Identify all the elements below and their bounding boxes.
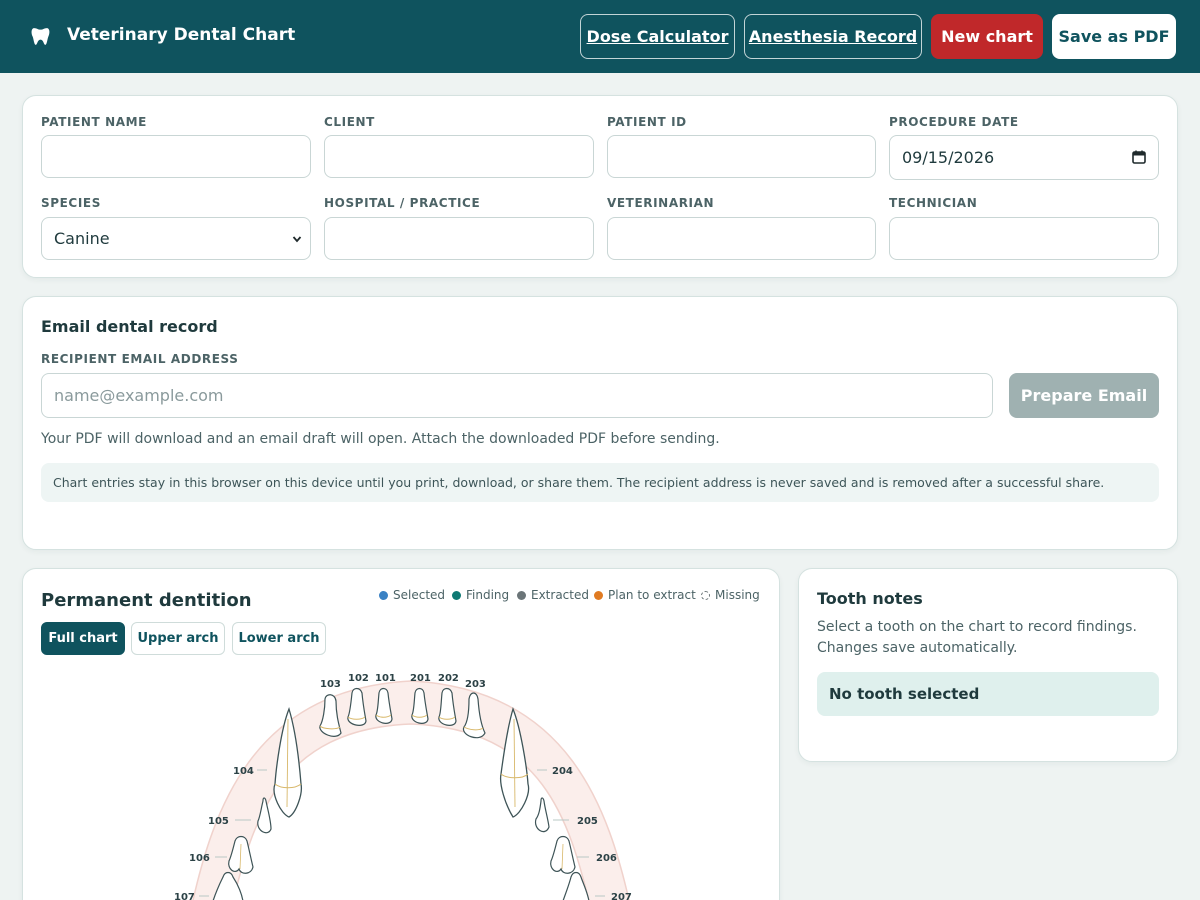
app-title: Veterinary Dental Chart [67,25,296,45]
anesthesia-record-button[interactable]: Anesthesia Record [744,14,922,59]
technician-label: TECHNICIAN [889,196,978,210]
tooth-label-202: 202 [438,673,459,684]
recipient-email-placeholder: name@example.com [54,386,224,405]
tooth-notes-card: Tooth notes Select a tooth on the chart … [798,568,1178,762]
patient-name-label: PATIENT NAME [41,115,147,129]
patient-id-input[interactable] [607,135,876,178]
tooth-label-105: 105 [208,816,229,827]
hospital-label: HOSPITAL / PRACTICE [324,196,481,210]
email-section-title: Email dental record [41,317,218,336]
prepare-email-button[interactable]: Prepare Email [1009,373,1159,418]
tooth-label-207: 207 [611,892,632,900]
technician-input[interactable] [889,217,1159,260]
tooth-notes-title: Tooth notes [817,589,923,608]
privacy-notice: Chart entries stay in this browser on th… [41,463,1159,502]
species-select[interactable]: Canine [41,217,311,260]
patient-id-label: PATIENT ID [607,115,687,129]
procedure-date-input[interactable]: 09/15/2026 [889,135,1159,180]
recipient-email-label: RECIPIENT EMAIL ADDRESS [41,352,239,366]
tooth-label-204: 204 [552,766,573,777]
tooth-label-102: 102 [348,673,369,684]
tooth-label-205: 205 [577,816,598,827]
save-pdf-button[interactable]: Save as PDF [1052,14,1176,59]
tooth-label-104: 104 [233,766,254,777]
tooth-label-201: 201 [410,673,431,684]
email-helper-text: Your PDF will download and an email draf… [41,431,720,447]
species-label: SPECIES [41,196,101,210]
no-tooth-selected-text: No tooth selected [829,685,980,703]
email-record-card: Email dental record RECIPIENT EMAIL ADDR… [22,296,1178,550]
app-header: Veterinary Dental Chart Dose Calculator … [0,0,1200,73]
client-input[interactable] [324,135,594,178]
patient-info-card: PATIENT NAME CLIENT PATIENT ID PROCEDURE… [22,95,1178,278]
client-label: CLIENT [324,115,375,129]
hospital-input[interactable] [324,217,594,260]
tooth-logo-icon [31,28,50,45]
tooth-label-103: 103 [320,679,341,690]
chevron-down-icon [292,236,302,243]
procedure-date-label: PROCEDURE DATE [889,115,1019,129]
recipient-email-input[interactable]: name@example.com [41,373,993,418]
tooth-label-106: 106 [189,853,210,864]
dentition-card: Permanent dentition Selected Finding Ext… [22,568,780,900]
species-value: Canine [54,229,110,248]
privacy-notice-text: Chart entries stay in this browser on th… [53,475,1105,490]
tooth-label-107: 107 [174,892,195,900]
calendar-icon[interactable] [1132,150,1146,164]
dose-calculator-button[interactable]: Dose Calculator [580,14,735,59]
tooth-label-203: 203 [465,679,486,690]
procedure-date-value: 09/15/2026 [902,148,995,167]
tooth-label-101: 101 [375,673,396,684]
tooth-notes-help: Select a tooth on the chart to record fi… [817,619,1137,656]
no-tooth-selected: No tooth selected [817,672,1159,716]
new-chart-button[interactable]: New chart [931,14,1043,59]
patient-name-input[interactable] [41,135,311,178]
tooth-label-206: 206 [596,853,617,864]
veterinarian-label: VETERINARIAN [607,196,715,210]
veterinarian-input[interactable] [607,217,876,260]
tooth-205[interactable] [534,797,550,833]
dental-chart: 103 102 101 201 202 203 104 105 106 107 … [174,673,632,900]
